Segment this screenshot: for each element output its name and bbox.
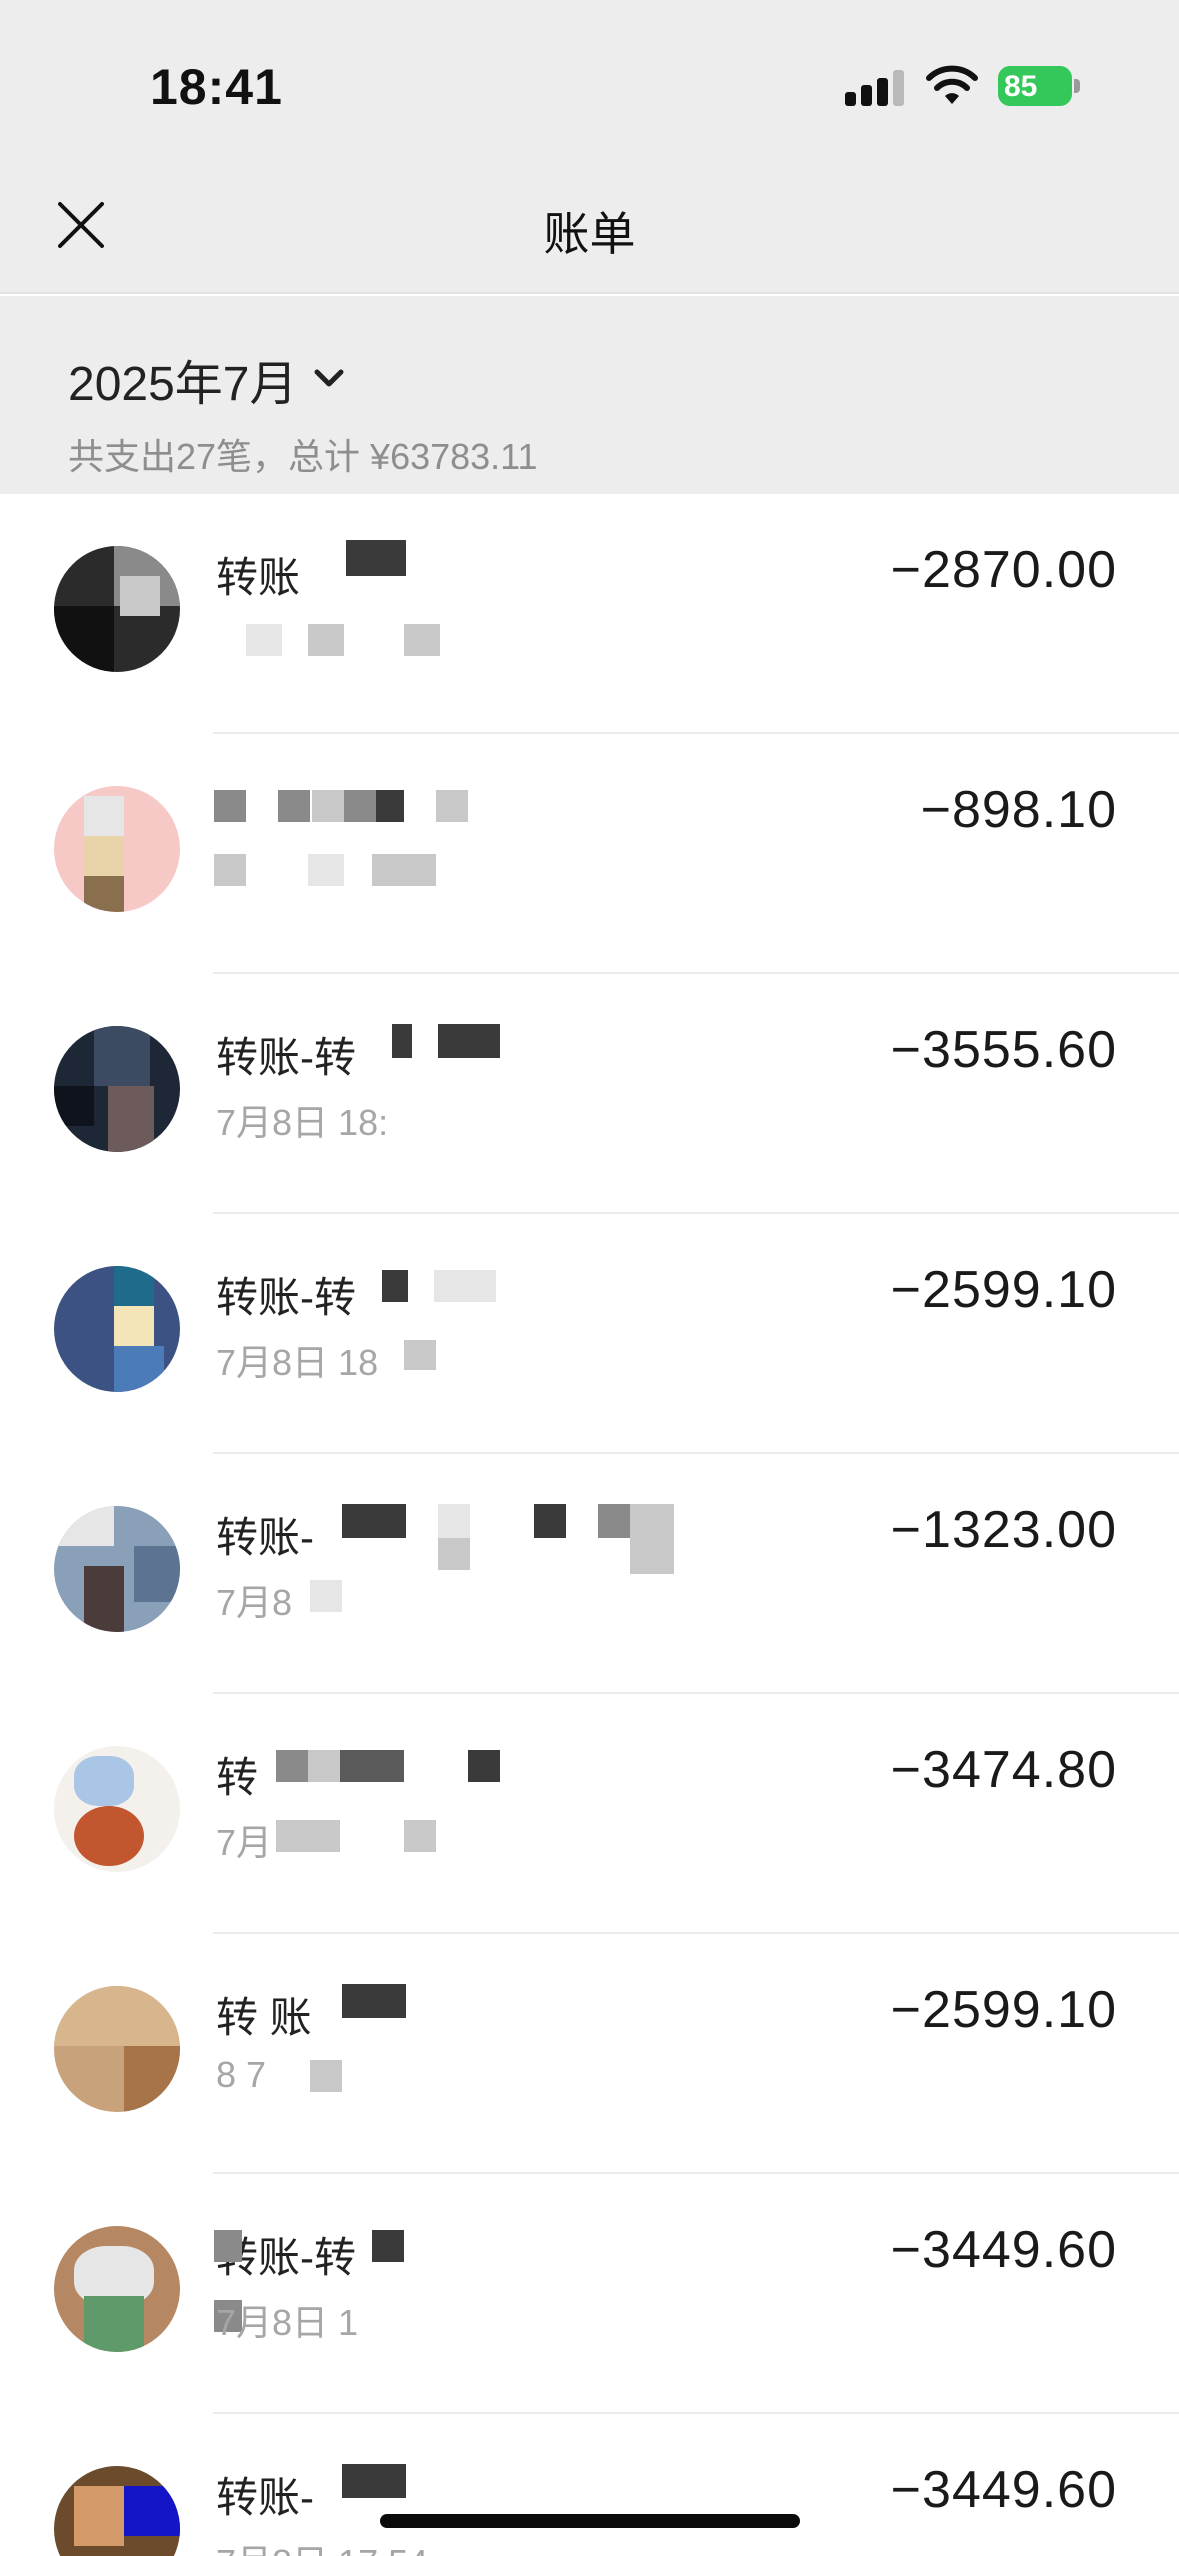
battery-level: 85 xyxy=(1004,70,1038,103)
transaction-time: 7月8日 1 xyxy=(216,2302,359,2343)
home-indicator[interactable] xyxy=(380,2514,800,2528)
transaction-title: 转 xyxy=(216,1754,259,1801)
transaction-amount: −3474.80 xyxy=(890,1741,1117,1799)
transaction-title: 转 账 xyxy=(216,1994,312,2041)
avatar xyxy=(54,1266,180,1392)
transaction-title: 转账-转 xyxy=(216,1274,356,1321)
page-title: 账单 xyxy=(543,208,636,260)
transaction-amount: −898.10 xyxy=(920,781,1117,839)
transaction-amount: −3449.60 xyxy=(890,2461,1117,2519)
transaction-amount: −2599.10 xyxy=(890,1261,1117,1319)
cellular-signal-icon xyxy=(845,70,907,106)
transaction-row[interactable]: 转账- 7月8 −1323.00 xyxy=(0,1454,1179,1694)
avatar xyxy=(54,2226,180,2352)
nav-bar: 账单 xyxy=(0,170,1179,294)
transaction-row[interactable]: 转账-转 7月8日 18 −2599.10 xyxy=(0,1214,1179,1454)
transaction-time: 8 7 xyxy=(216,2054,267,2095)
transaction-row[interactable]: 转账 −2870.00 xyxy=(0,494,1179,734)
transaction-row[interactable]: 转账-转 7月8日 18: −3555.60 xyxy=(0,974,1179,1214)
avatar xyxy=(54,1986,180,2112)
transaction-time: 7月8日 18 xyxy=(216,1342,379,1383)
avatar xyxy=(54,1506,180,1632)
transaction-title: 转账-转 xyxy=(216,1034,356,1081)
chevron-down-icon xyxy=(314,369,344,387)
month-selector[interactable]: 2025年7月 xyxy=(68,344,347,414)
wifi-icon xyxy=(926,65,978,104)
transaction-time: 7月8日 17:54 xyxy=(216,2534,428,2556)
transaction-list: 转账 −2870.00 −898.10 转账-转 7月8日 18: −3555.… xyxy=(0,494,1179,2556)
status-time: 18:41 xyxy=(150,59,283,115)
transaction-time: 7月 xyxy=(216,1822,273,1863)
avatar xyxy=(54,2466,180,2556)
transaction-time: 7月8日 18: xyxy=(216,1102,389,1143)
transaction-title: 转账 xyxy=(216,554,301,601)
month-label: 2025年7月 xyxy=(68,358,298,411)
transaction-row[interactable]: −898.10 xyxy=(0,734,1179,974)
transaction-amount: −3449.60 xyxy=(890,2221,1117,2279)
transaction-title: 转账- xyxy=(216,1514,314,1561)
transaction-amount: −1323.00 xyxy=(890,1501,1117,1559)
avatar xyxy=(54,786,180,912)
transaction-row[interactable]: 转账- 7月8日 17:54 −3449.60 xyxy=(0,2414,1179,2556)
transaction-amount: −2599.10 xyxy=(890,1981,1117,2039)
transaction-amount: −3555.60 xyxy=(890,1021,1117,1079)
avatar xyxy=(54,1026,180,1152)
month-summary: 2025年7月 共支出27笔，总计 ¥63783.11 xyxy=(0,296,1179,524)
status-bar: 18:41 85 xyxy=(0,0,1179,170)
summary-total: 共支出27笔，总计 ¥63783.11 xyxy=(68,436,538,477)
transaction-row[interactable]: 转 7月 −3474.80 xyxy=(0,1694,1179,1934)
transaction-row[interactable]: 转账-转 7月8日 1 −3449.60 xyxy=(0,2174,1179,2414)
transaction-title: 转账- xyxy=(216,2474,314,2521)
transaction-time: 7月8 xyxy=(216,1582,293,1623)
transaction-row[interactable]: 转 账 8 7 −2599.10 xyxy=(0,1934,1179,2174)
avatar xyxy=(54,546,180,672)
avatar xyxy=(54,1746,180,1872)
battery-icon: 85 xyxy=(998,66,1080,106)
transaction-amount: −2870.00 xyxy=(890,541,1117,599)
